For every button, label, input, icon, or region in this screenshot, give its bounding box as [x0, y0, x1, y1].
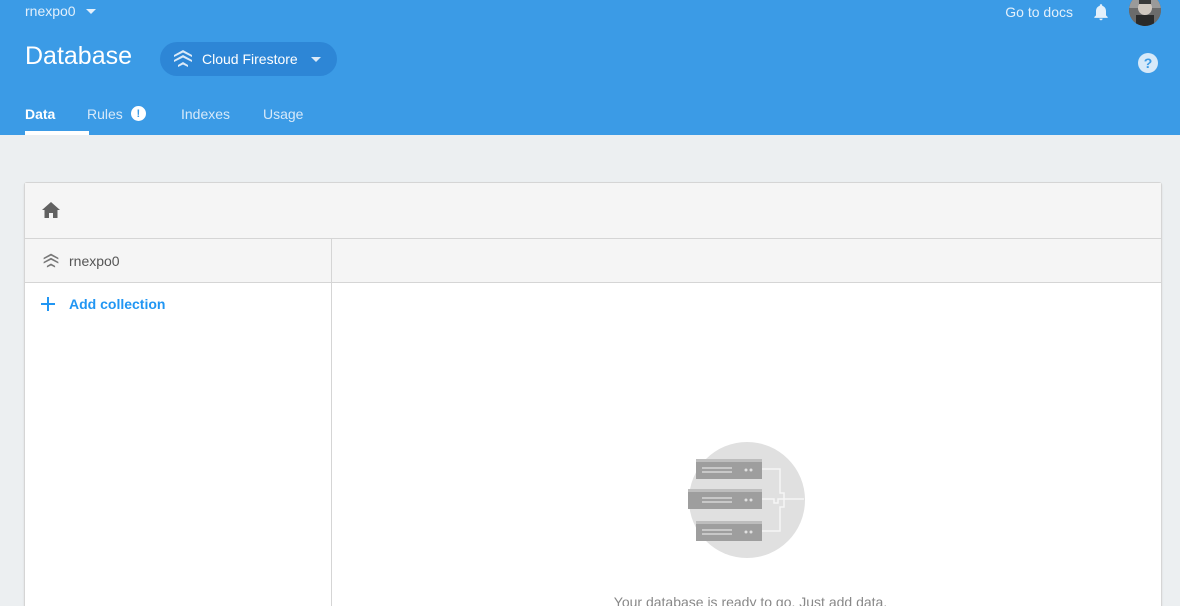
database-illustration-icon: [688, 442, 805, 558]
product-select-label: Cloud Firestore: [202, 51, 298, 67]
chevron-down-icon: [311, 57, 321, 62]
add-collection-label: Add collection: [69, 296, 166, 312]
firestore-icon: [43, 253, 59, 268]
product-selector[interactable]: Cloud Firestore: [160, 42, 337, 76]
user-avatar[interactable]: [1129, 0, 1161, 26]
alert-badge-icon: !: [130, 106, 146, 121]
root-header: rnexpo0: [25, 239, 331, 283]
tab-label: Usage: [263, 105, 304, 122]
chevron-down-icon: [85, 8, 96, 14]
tab-label: Indexes: [181, 105, 231, 122]
app-header: rnexpo0 Go to docs Database Cloud Firest…: [0, 0, 1180, 135]
home-icon[interactable]: [41, 201, 61, 219]
project-name: rnexpo0: [25, 3, 76, 19]
firestore-icon: [174, 50, 192, 67]
tab-usage[interactable]: Usage: [263, 105, 303, 122]
data-panel: rnexpo0 Add collection Your database is …: [24, 182, 1162, 606]
project-switcher[interactable]: rnexpo0: [25, 3, 96, 19]
tab-bar: Data Rules ! Indexes Usage: [25, 105, 303, 135]
help-icon[interactable]: ?: [1138, 53, 1158, 73]
page-title: Database: [25, 42, 133, 70]
tab-indexes[interactable]: Indexes: [181, 105, 263, 122]
tab-label: Data: [25, 105, 56, 122]
tab-data[interactable]: Data: [25, 105, 89, 135]
empty-state-message: Your database is ready to go. Just add d…: [613, 594, 888, 606]
panel-toolbar: [25, 183, 1161, 239]
bell-icon[interactable]: [1091, 2, 1111, 22]
add-collection-button[interactable]: Add collection: [41, 296, 331, 312]
documents-column: Your database is ready to go. Just add d…: [332, 239, 1161, 606]
plus-icon: [41, 297, 55, 311]
tab-rules[interactable]: Rules !: [87, 105, 181, 122]
tab-label: Rules: [87, 105, 123, 122]
database-root-label: rnexpo0: [69, 252, 120, 269]
documents-header: [332, 239, 1161, 283]
collections-column: rnexpo0 Add collection: [25, 239, 332, 606]
go-to-docs-link[interactable]: Go to docs: [1005, 4, 1073, 20]
